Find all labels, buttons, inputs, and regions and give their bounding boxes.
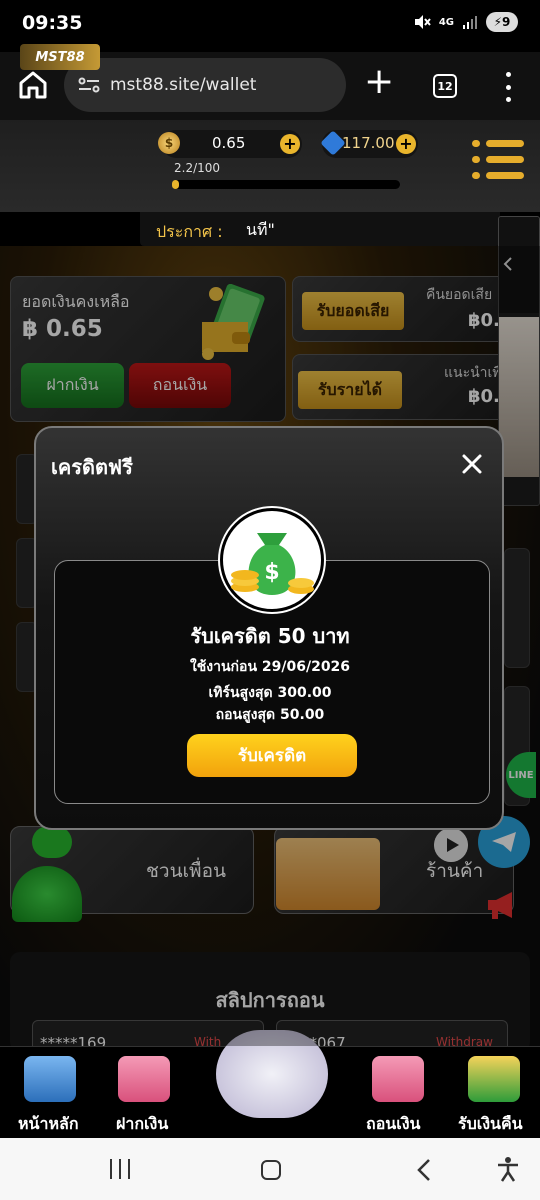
nav-cashback[interactable]: รับเงินคืน: [458, 1112, 523, 1137]
home-house-icon: [24, 1056, 76, 1102]
nav-deposit[interactable]: ฝากเงิน: [116, 1112, 168, 1137]
tab-switcher-button[interactable]: 12: [433, 74, 457, 98]
coin-icon: $: [158, 132, 180, 154]
credit-expiry: ใช้งานก่อน 29/06/2026: [189, 659, 351, 675]
hamburger-menu-icon[interactable]: [472, 138, 526, 182]
close-icon[interactable]: [460, 452, 484, 476]
gem-balance: 117.00: [342, 134, 395, 152]
status-time: 09:35: [22, 12, 83, 34]
site-logo[interactable]: MST88: [20, 44, 100, 70]
coin-balance: 0.65: [212, 134, 246, 152]
accessibility-icon[interactable]: [496, 1156, 520, 1182]
announcement-text: นที": [246, 220, 275, 239]
credit-offer-title: รับเครดิต 50 บาท: [190, 624, 350, 648]
system-back-icon[interactable]: [416, 1158, 432, 1182]
money-bag-icon: $: [218, 506, 326, 614]
logo-text: MST88: [35, 49, 85, 65]
money-bag-drawing: $: [231, 533, 314, 595]
address-bar[interactable]: mst88.site/wallet: [64, 58, 346, 112]
nav-withdraw[interactable]: ถอนเงิน: [366, 1112, 420, 1137]
nav-home[interactable]: หน้าหลัก: [18, 1112, 79, 1137]
site-settings-icon[interactable]: [78, 77, 100, 93]
recent-apps-icon[interactable]: [110, 1159, 130, 1179]
cashback-money-icon: [468, 1056, 520, 1102]
add-coin-button[interactable]: +: [280, 134, 300, 154]
deposit-piggy-icon: [118, 1056, 170, 1102]
level-progress-fill: [172, 180, 179, 189]
new-tab-button[interactable]: +: [364, 64, 394, 100]
credit-turnover: เทิร์นสูงสุด 300.00: [208, 685, 332, 701]
browser-menu-button[interactable]: [498, 72, 518, 102]
home-icon[interactable]: [16, 68, 50, 102]
svg-text:$: $: [264, 560, 279, 585]
modal-title: เครดิตฟรี: [51, 455, 133, 479]
system-home-icon[interactable]: [261, 1160, 281, 1180]
battery-icon: ⚡ 9: [486, 12, 518, 32]
level-progress-text: 2.2/100: [174, 161, 221, 175]
mute-icon: [414, 15, 431, 29]
claim-credit-button[interactable]: รับเครดิต: [187, 734, 357, 777]
withdraw-piggy-icon: [372, 1056, 424, 1102]
signal-icon: [463, 16, 477, 29]
announcement-label: ประกาศ :: [156, 222, 223, 241]
credit-max-withdraw: ถอนสูงสุด 50.00: [215, 707, 325, 723]
level-progress-bar: [172, 180, 400, 189]
add-gem-button[interactable]: +: [396, 134, 416, 154]
status-icons: 4G ⚡ 9: [413, 12, 518, 32]
url-text: mst88.site/wallet: [110, 75, 257, 95]
network-type: 4G: [438, 16, 454, 28]
battery-level: 9: [502, 15, 511, 29]
